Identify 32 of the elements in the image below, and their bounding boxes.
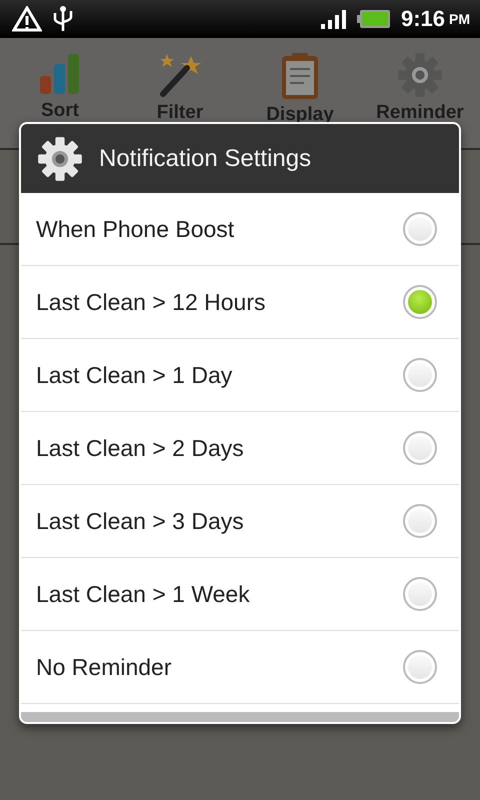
gear-icon [37,136,83,182]
option-row[interactable]: Last Clean > 1 Day [21,339,459,412]
radio-button[interactable] [403,212,437,246]
option-row[interactable]: No Reminder [21,631,459,704]
option-label: Last Clean > 2 Days [36,434,244,462]
warning-icon [12,6,42,32]
option-label: When Phone Boost [36,216,234,242]
bar-chart-icon [38,52,82,96]
option-label: Last Clean > 1 Week [36,580,250,608]
option-row[interactable]: Last Clean > 2 Days [21,412,459,485]
radio-button[interactable] [403,577,437,611]
option-label: Last Clean > 3 Days [36,508,244,534]
radio-button[interactable] [403,504,437,538]
clock-time: 9:16 [400,6,445,32]
battery-icon [356,9,391,29]
clock-meridiem: PM [449,11,470,27]
radio-button[interactable] [403,650,437,684]
option-label: Last Clean > 1 Day [36,362,232,388]
option-row[interactable]: Last Clean > 1 Week [21,558,459,631]
option-row[interactable]: Last Clean > 3 Days [21,485,459,558]
gear-icon [397,52,443,98]
radio-button[interactable] [403,431,437,465]
option-label: No Reminder [36,654,172,680]
clipboard-icon [280,52,320,100]
radio-button[interactable] [403,358,437,392]
magic-wand-icon [157,52,203,98]
usb-icon [52,5,74,33]
radio-button[interactable] [403,285,437,319]
option-row[interactable]: When Phone Boost [21,193,459,266]
option-label: Last Clean > 12 Hours [36,288,266,316]
signal-icon [320,9,347,29]
option-row[interactable]: Last Clean > 12 Hours [21,266,459,339]
